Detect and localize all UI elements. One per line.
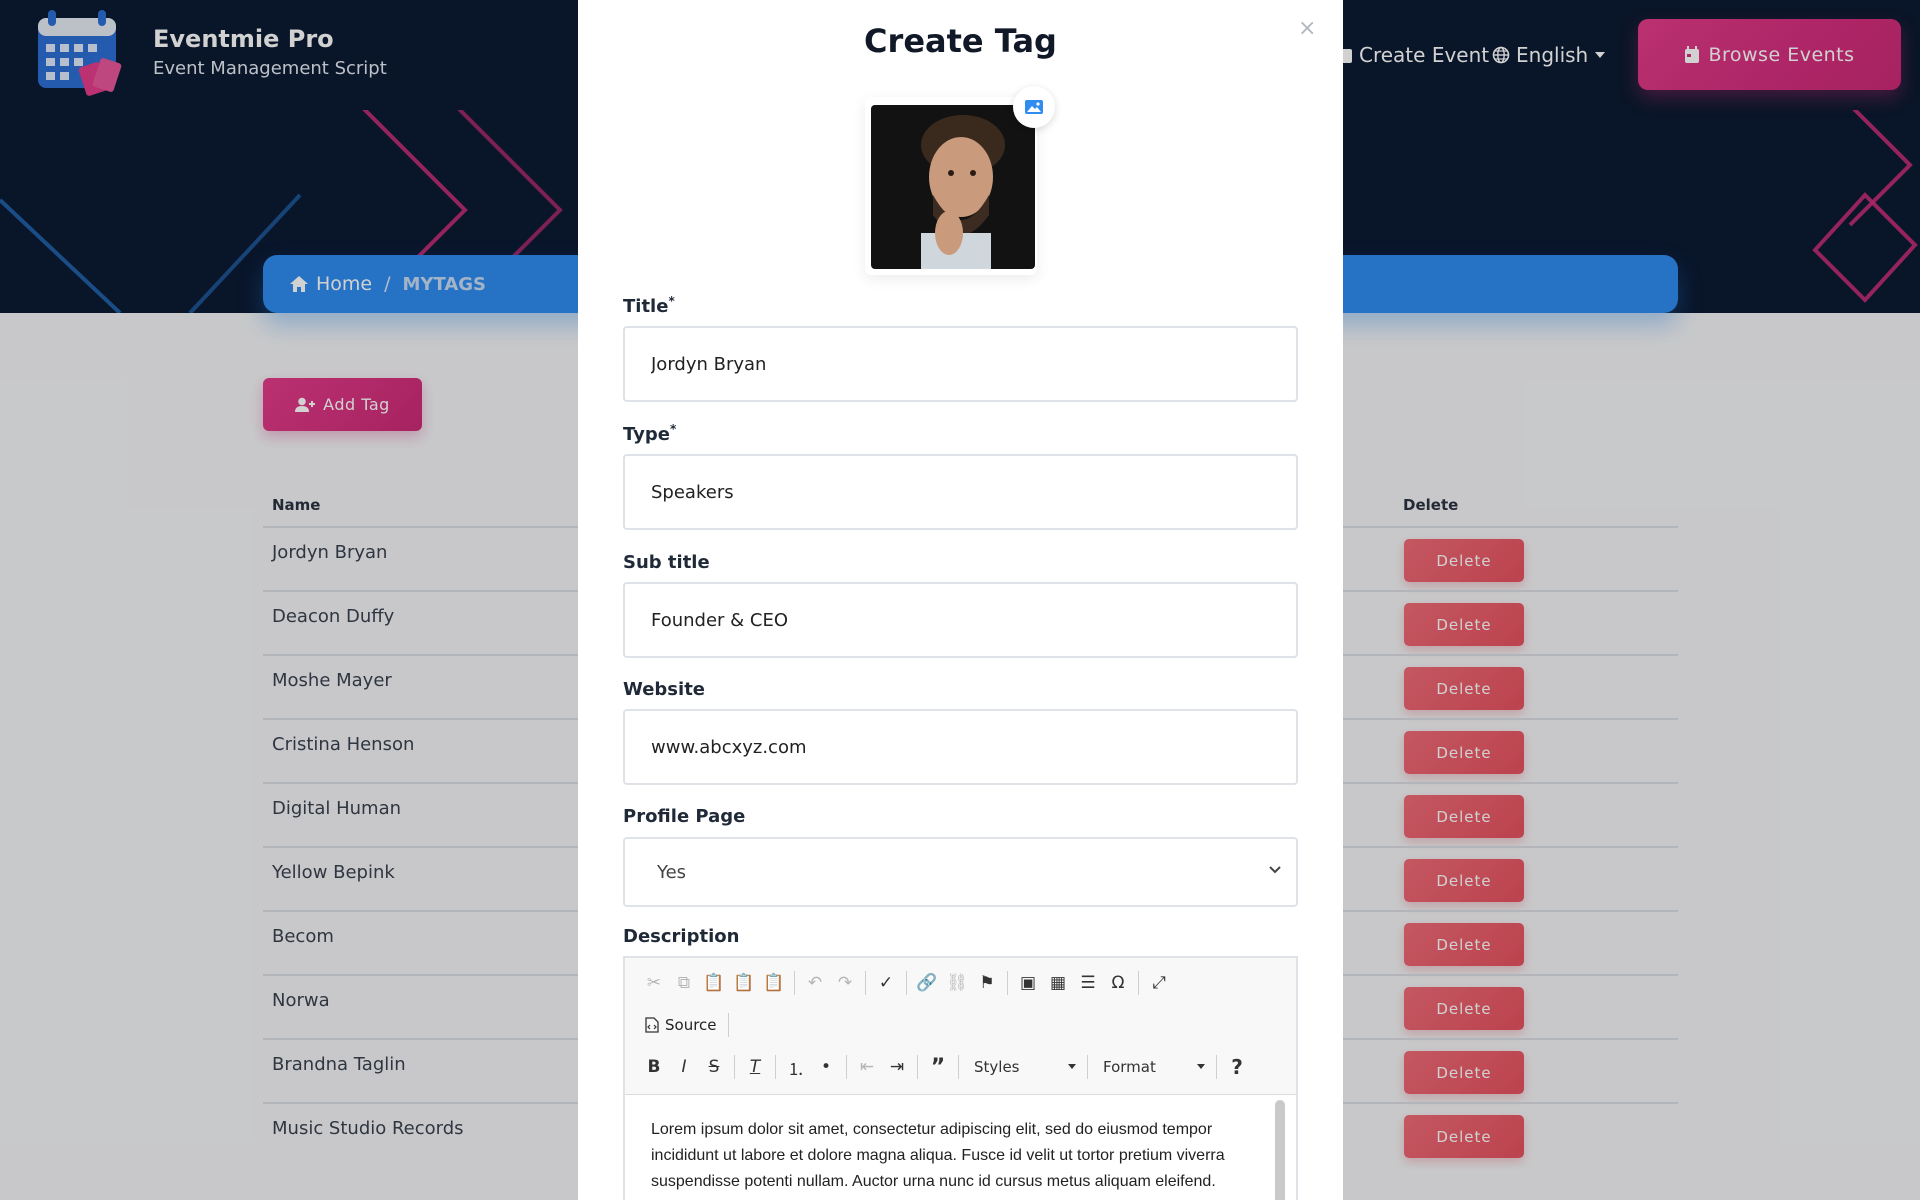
toolbar-separator xyxy=(727,1013,729,1037)
format-label: Format xyxy=(1103,1058,1156,1076)
chevron-down-icon xyxy=(1269,866,1281,874)
paste-icon[interactable]: 📋 xyxy=(699,968,729,998)
insert-image-icon[interactable]: ▣ xyxy=(1013,968,1043,998)
type-label: Type* xyxy=(623,422,676,445)
toolbar-separator xyxy=(958,1055,959,1079)
blockquote-icon[interactable]: ” xyxy=(923,1052,953,1082)
subtitle-input[interactable] xyxy=(623,582,1298,658)
description-label: Description xyxy=(623,926,740,947)
required-mark: * xyxy=(669,422,677,436)
profile-page-value: Yes xyxy=(657,861,687,883)
caret-down-icon xyxy=(1197,1064,1205,1069)
toolbar-separator xyxy=(775,1055,776,1079)
toolbar-separator xyxy=(865,971,866,995)
maximize-icon[interactable]: ⤢ xyxy=(1144,968,1174,998)
avatar[interactable] xyxy=(871,105,1035,269)
outdent-icon[interactable]: ⇤ xyxy=(852,1052,882,1082)
link-icon[interactable]: 🔗 xyxy=(912,968,942,998)
toolbar-separator xyxy=(846,1055,847,1079)
special-char-icon[interactable]: Ω xyxy=(1103,968,1133,998)
image-icon xyxy=(1025,100,1043,114)
help-icon[interactable]: ? xyxy=(1222,1052,1252,1082)
toolbar-separator xyxy=(1216,1055,1217,1079)
toolbar-separator xyxy=(1138,971,1139,995)
table-icon[interactable]: ▦ xyxy=(1043,968,1073,998)
undo-icon[interactable]: ↶ xyxy=(800,968,830,998)
website-input[interactable] xyxy=(623,709,1298,785)
title-label: Title* xyxy=(623,294,675,317)
modal-title: Create Tag xyxy=(864,22,1057,60)
create-tag-modal: Create Tag × Title* Type* Sub title Webs… xyxy=(578,0,1343,1200)
editor-content[interactable]: Lorem ipsum dolor sit amet, consectetur … xyxy=(625,1094,1296,1200)
copy-icon[interactable]: ⧉ xyxy=(669,968,699,998)
website-label: Website xyxy=(623,679,706,700)
toolbar-separator xyxy=(1007,971,1008,995)
toolbar-separator xyxy=(1087,1055,1088,1079)
caret-down-icon xyxy=(1068,1064,1076,1069)
toolbar-separator xyxy=(794,971,795,995)
title-label-text: Title xyxy=(623,296,669,317)
anchor-flag-icon[interactable]: ⚑ xyxy=(972,968,1002,998)
profile-page-select[interactable]: Yes xyxy=(623,837,1298,907)
subtitle-label: Sub title xyxy=(623,552,710,573)
numbered-list-icon[interactable]: ⒈ xyxy=(781,1052,811,1082)
paste-word-icon[interactable]: 📋 xyxy=(759,968,789,998)
source-icon xyxy=(645,1017,659,1033)
change-image-button[interactable] xyxy=(1013,86,1055,128)
strikethrough-icon[interactable]: S xyxy=(699,1052,729,1082)
editor-scrollbar[interactable] xyxy=(1275,1100,1285,1200)
editor-toolbar-row: Source xyxy=(639,1008,734,1042)
source-label: Source xyxy=(665,1016,717,1034)
bold-icon[interactable]: B xyxy=(639,1052,669,1082)
toolbar-separator xyxy=(906,971,907,995)
cut-icon[interactable]: ✂ xyxy=(639,968,669,998)
source-button[interactable]: Source xyxy=(639,1016,723,1034)
italic-icon[interactable]: I xyxy=(669,1052,699,1082)
rich-text-editor: ✂ ⧉ 📋 📋 📋 ↶ ↷ ✓ 🔗 ⛓ ⚑ ▣ ▦ ☰ Ω ⤢ Source B… xyxy=(623,956,1298,1200)
unlink-icon[interactable]: ⛓ xyxy=(942,968,972,998)
profile-page-label: Profile Page xyxy=(623,806,746,827)
toolbar-separator xyxy=(734,1055,735,1079)
type-input[interactable] xyxy=(623,454,1298,530)
title-input[interactable] xyxy=(623,326,1298,402)
close-icon[interactable]: × xyxy=(1298,16,1316,41)
redo-icon[interactable]: ↷ xyxy=(830,968,860,998)
horizontal-line-icon[interactable]: ☰ xyxy=(1073,968,1103,998)
type-label-text: Type xyxy=(623,424,670,445)
remove-format-icon[interactable]: T xyxy=(740,1052,770,1082)
indent-icon[interactable]: ⇥ xyxy=(882,1052,912,1082)
bulleted-list-icon[interactable]: • xyxy=(811,1052,841,1082)
toolbar-separator xyxy=(917,1055,918,1079)
paste-text-icon[interactable]: 📋 xyxy=(729,968,759,998)
required-mark: * xyxy=(668,294,675,308)
avatar-frame xyxy=(865,97,1037,275)
styles-dropdown[interactable]: Styles xyxy=(964,1053,1082,1081)
spellcheck-icon[interactable]: ✓ xyxy=(871,968,901,998)
editor-toolbar-row: ✂ ⧉ 📋 📋 📋 ↶ ↷ ✓ 🔗 ⛓ ⚑ ▣ ▦ ☰ Ω ⤢ xyxy=(639,966,1174,1000)
editor-toolbar-row: B I S T ⒈ • ⇤ ⇥ ” Styles Format ? xyxy=(639,1050,1252,1084)
format-dropdown[interactable]: Format xyxy=(1093,1053,1211,1081)
styles-label: Styles xyxy=(974,1058,1020,1076)
